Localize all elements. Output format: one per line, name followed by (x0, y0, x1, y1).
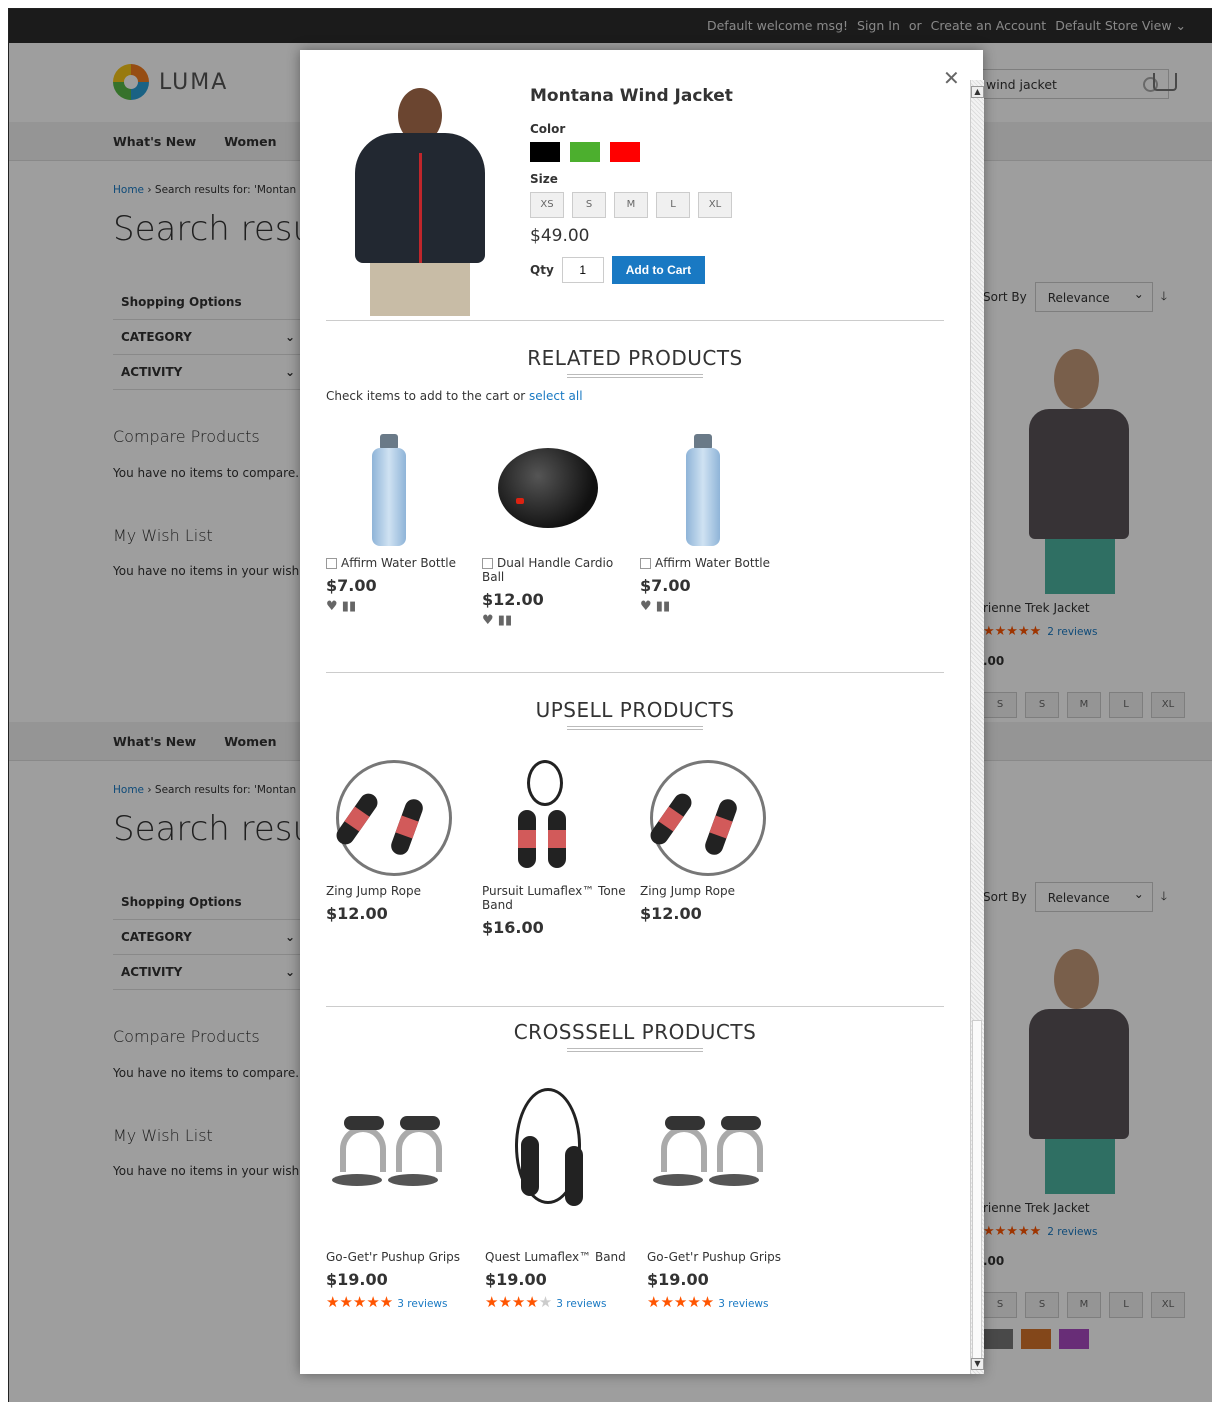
compare-icon[interactable]: ▮▮ (656, 599, 670, 614)
product-price: $19.00 (485, 1270, 547, 1289)
upsell-product-card: Pursuit Lumaflex™ Tone Band $16.00 (482, 750, 632, 937)
related-product-card: Dual Handle Cardio Ball $12.00 ♥ ▮▮ (482, 422, 632, 628)
product-price: $12.00 (482, 590, 544, 609)
product-image[interactable] (482, 422, 612, 552)
scroll-down-arrow[interactable]: ▼ (971, 1358, 984, 1370)
size-options: XS S M L XL (530, 192, 733, 218)
product-price: $19.00 (647, 1270, 709, 1289)
product-image[interactable] (640, 422, 770, 552)
related-products-title: RELATED PRODUCTS (326, 346, 944, 378)
select-all-link[interactable]: select all (529, 389, 583, 403)
reviews-link[interactable]: 3 reviews (718, 1298, 768, 1310)
crosssell-products-title: CROSSSELL PRODUCTS (326, 1020, 944, 1052)
compare-icon[interactable]: ▮▮ (498, 613, 512, 628)
size-label: Size (530, 172, 558, 186)
color-options (530, 142, 733, 162)
product-name[interactable]: Go-Get'r Pushup Grips (326, 1250, 476, 1264)
reviews-link[interactable]: 3 reviews (397, 1298, 447, 1310)
size-option[interactable]: XS (530, 192, 564, 218)
product-image[interactable] (482, 750, 612, 880)
color-label: Color (530, 122, 566, 136)
qty-label: Qty (530, 263, 554, 277)
product-price: $7.00 (326, 576, 377, 595)
product-price: $7.00 (640, 576, 691, 595)
scroll-up-arrow[interactable]: ▲ (971, 86, 984, 98)
product-price: $49.00 (530, 226, 590, 246)
crosssell-product-card: Go-Get'r Pushup Grips $19.00 ★★★★★ 3 revi… (326, 1076, 476, 1311)
crosssell-product-card: Go-Get'r Pushup Grips $19.00 ★★★★★ 3 revi… (647, 1076, 797, 1311)
color-swatch-black[interactable] (530, 142, 560, 162)
heart-icon[interactable]: ♥ (640, 599, 652, 614)
related-product-card: Affirm Water Bottle $7.00 ♥ ▮▮ (326, 422, 476, 614)
product-name[interactable]: Affirm Water Bottle (341, 556, 456, 570)
product-name[interactable]: Affirm Water Bottle (655, 556, 770, 570)
upsell-products-title: UPSELL PRODUCTS (326, 698, 944, 730)
product-image[interactable] (326, 1076, 456, 1246)
heart-icon[interactable]: ♥ (326, 599, 338, 614)
related-note: Check items to add to the cart or select… (326, 389, 583, 403)
product-title: Montana Wind Jacket (530, 86, 733, 106)
product-rating: ★★★★★ 3 reviews (485, 1293, 607, 1311)
related-checkbox[interactable] (482, 558, 493, 569)
size-option[interactable]: XL (698, 192, 732, 218)
related-product-card: Affirm Water Bottle $7.00 ♥ ▮▮ (640, 422, 790, 614)
size-option[interactable]: L (656, 192, 690, 218)
related-checkbox[interactable] (326, 558, 337, 569)
product-price: $12.00 (326, 904, 388, 923)
product-image[interactable] (326, 750, 456, 880)
crosssell-product-card: Quest Lumaflex™ Band $19.00 ★★★★★ 3 revie… (485, 1076, 635, 1311)
add-to-cart-button[interactable]: Add to Cart (611, 256, 706, 284)
product-price: $16.00 (482, 918, 544, 937)
color-swatch-red[interactable] (610, 142, 640, 162)
divider (326, 320, 944, 321)
color-swatch-green[interactable] (570, 142, 600, 162)
upsell-product-card: Zing Jump Rope $12.00 (326, 750, 476, 923)
product-name[interactable]: Zing Jump Rope (326, 884, 476, 898)
product-info: Montana Wind Jacket Color Size XS S M L … (530, 86, 733, 284)
modal-scrollbar[interactable]: ▲ ▼ (970, 80, 984, 1374)
upsell-product-card: Zing Jump Rope $12.00 (640, 750, 790, 923)
product-image[interactable] (326, 422, 456, 552)
product-name[interactable]: Zing Jump Rope (640, 884, 790, 898)
product-price: $19.00 (326, 1270, 388, 1289)
product-name[interactable]: Quest Lumaflex™ Band (485, 1250, 635, 1264)
product-name[interactable]: Dual Handle Cardio Ball (482, 556, 613, 584)
product-image[interactable] (640, 750, 770, 880)
product-name[interactable]: Pursuit Lumaflex™ Tone Band (482, 884, 632, 912)
reviews-link[interactable]: 3 reviews (556, 1298, 606, 1310)
product-rating: ★★★★★ 3 reviews (326, 1293, 448, 1311)
quick-view-modal: ✕ Montana Wind Jacket Color Size XS S M … (300, 50, 983, 1374)
compare-icon[interactable]: ▮▮ (342, 599, 356, 614)
product-rating: ★★★★★ 3 reviews (647, 1293, 769, 1311)
product-name[interactable]: Go-Get'r Pushup Grips (647, 1250, 797, 1264)
scrollbar-thumb[interactable] (972, 1020, 982, 1370)
qty-input[interactable] (561, 257, 604, 283)
size-option[interactable]: M (614, 192, 648, 218)
product-image[interactable] (485, 1076, 615, 1246)
qty-row: Qty Add to Cart (530, 256, 733, 284)
size-option[interactable]: S (572, 192, 606, 218)
related-checkbox[interactable] (640, 558, 651, 569)
product-image[interactable] (647, 1076, 777, 1246)
close-icon[interactable]: ✕ (943, 66, 960, 90)
divider (326, 672, 944, 673)
product-price: $12.00 (640, 904, 702, 923)
divider (326, 1006, 944, 1007)
product-main-image (350, 88, 490, 316)
heart-icon[interactable]: ♥ (482, 613, 494, 628)
